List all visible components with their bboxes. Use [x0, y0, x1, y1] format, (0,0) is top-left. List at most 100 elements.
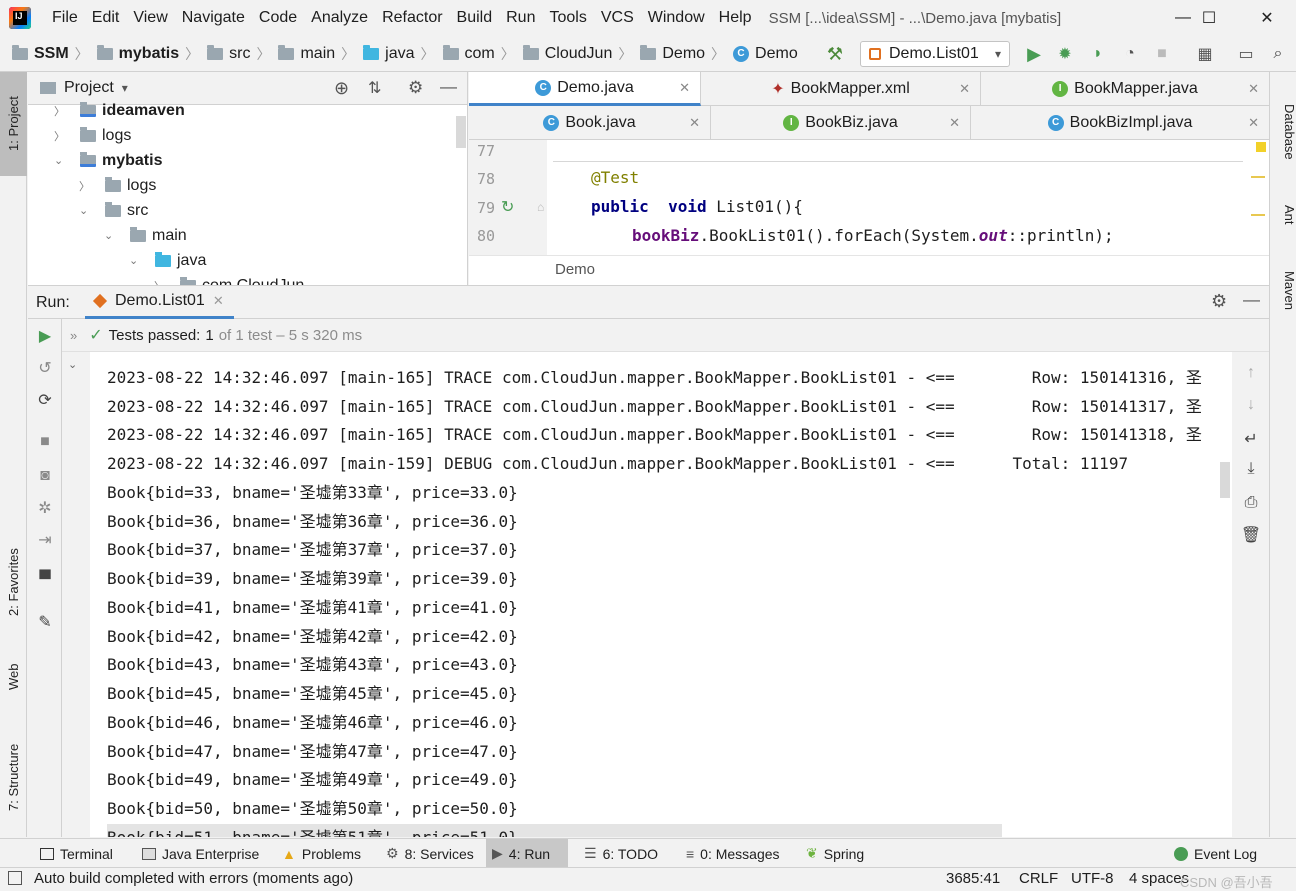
tab-maven[interactable]: Maven [1270, 256, 1296, 326]
toggle-auto-test-icon[interactable]: ⟳ [34, 389, 56, 411]
tab-structure[interactable]: 7: Structure [0, 722, 27, 832]
console-scrollbar[interactable] [1220, 462, 1230, 498]
close-icon[interactable]: ✕ [213, 293, 224, 309]
tab-demo-java[interactable]: C Demo.java ✕ [469, 72, 701, 106]
run-tab-demo-list01[interactable]: Demo.List01 ✕ [85, 286, 234, 319]
warning-stripe[interactable] [1251, 214, 1265, 216]
scroll-to-end-icon[interactable]: ⤓ [1240, 458, 1262, 480]
tool-event-log[interactable]: Event Log [1168, 839, 1263, 868]
code-annotation[interactable]: @Test [591, 168, 639, 187]
tool-todo[interactable]: ☰ 6: TODO [578, 839, 664, 868]
tree-item-src[interactable]: ⌄ src [79, 198, 148, 223]
tool-java-enterprise[interactable]: Java Enterprise [136, 839, 265, 868]
warning-stripe[interactable] [1251, 176, 1265, 178]
close-icon[interactable]: ✕ [959, 81, 970, 97]
tab-database[interactable]: Database [1270, 82, 1296, 182]
rerun-icon[interactable]: ▶ [34, 325, 56, 347]
expand-icon[interactable]: » [70, 328, 77, 343]
code-method-declaration[interactable]: public void List01(){ [591, 197, 803, 216]
tree-item-com-cloudjun[interactable]: 〉com.CloudJun [154, 273, 304, 285]
status-message[interactable]: Auto build completed with errors (moment… [34, 870, 353, 887]
tab-bookbiz-java[interactable]: I BookBiz.java ✕ [711, 106, 971, 140]
breadcrumb-java[interactable]: java 〉 [363, 44, 440, 64]
run-test-gutter-icon[interactable]: ↻ [501, 197, 514, 217]
tree-item-ideamaven[interactable]: 〉 ideamaven [54, 98, 185, 123]
tab-web[interactable]: Web [0, 642, 27, 712]
toggle-tool-windows-icon[interactable] [8, 871, 22, 885]
tab-ant[interactable]: Ant [1270, 190, 1296, 240]
run-icon[interactable]: ▶ [1024, 44, 1044, 64]
tree-item-logs[interactable]: 〉 logs [54, 123, 131, 148]
breadcrumb-com[interactable]: com 〉 [442, 44, 521, 64]
project-structure-icon[interactable]: ▦ [1195, 44, 1215, 64]
code-statement[interactable]: bookBiz.BookList01().forEach(System.out:… [632, 226, 1114, 245]
tool-problems[interactable]: ▲ Problems [276, 839, 367, 868]
tree-scrollbar[interactable] [456, 116, 466, 148]
locate-target-icon[interactable]: ⊕ [334, 78, 349, 99]
collapse-all-icon[interactable]: ⇅ [368, 78, 381, 98]
layout-icon[interactable]: ▀ [34, 569, 56, 591]
breadcrumb-cloudjun[interactable]: CloudJun 〉 [522, 44, 639, 64]
menu-view[interactable]: View [126, 4, 174, 32]
chevron-down-icon[interactable]: ▾ [122, 81, 128, 95]
gear-icon[interactable]: ⚙ [1211, 291, 1227, 312]
trash-icon[interactable]: 🗑 [1240, 524, 1262, 546]
tab-bookbizimpl-java[interactable]: C BookBizImpl.java ✕ [971, 106, 1269, 140]
tool-terminal[interactable]: Terminal [34, 839, 119, 868]
close-icon[interactable]: ✕ [1248, 115, 1259, 131]
gear-icon[interactable]: ⚙ [408, 78, 423, 98]
menu-tools[interactable]: Tools [542, 4, 593, 32]
menu-navigate[interactable]: Navigate [175, 4, 252, 32]
profile-icon[interactable]: ◔ [1120, 44, 1140, 64]
breadcrumb-demo-package[interactable]: Demo 〉 [640, 44, 731, 64]
tab-favorites[interactable]: 2: Favorites [0, 532, 27, 632]
run-with-coverage-icon[interactable]: ◗ [1088, 44, 1108, 64]
tool-services[interactable]: ⚙ 8: Services [380, 839, 480, 868]
search-icon[interactable]: ⌕ [1268, 44, 1288, 64]
stop-icon[interactable]: ■ [1152, 44, 1172, 64]
tree-item-mybatis[interactable]: ⌄ mybatis [54, 148, 162, 173]
maximize-button[interactable]: ☐ [1186, 0, 1232, 36]
breadcrumb-ssm[interactable]: SSM 〉 [12, 44, 95, 64]
file-encoding[interactable]: UTF-8 [1071, 870, 1114, 887]
close-icon[interactable]: ✕ [679, 80, 690, 96]
close-icon[interactable]: ✕ [1248, 81, 1259, 97]
fold-icon[interactable]: ⌂ [537, 200, 544, 214]
menu-refactor[interactable]: Refactor [375, 4, 449, 32]
close-icon[interactable]: ✕ [689, 115, 700, 131]
exit-icon[interactable]: ⇥ [34, 529, 56, 551]
soft-wrap-icon[interactable]: ↵ [1240, 428, 1262, 450]
tab-book-java[interactable]: C Book.java ✕ [469, 106, 711, 140]
breadcrumb-src[interactable]: src 〉 [207, 44, 276, 64]
settings-bug-icon[interactable]: ✲ [34, 497, 56, 519]
stop-icon[interactable]: ■ [34, 431, 56, 453]
caret-position[interactable]: 3685:41 [946, 870, 1000, 887]
breadcrumb-main[interactable]: main 〉 [278, 44, 361, 64]
hide-panel-icon[interactable]: — [1243, 290, 1260, 310]
hide-panel-icon[interactable]: — [440, 77, 457, 97]
tab-bookmapper-xml[interactable]: ✦ BookMapper.xml ✕ [701, 72, 981, 106]
breadcrumb-demo-class[interactable]: C Demo [733, 45, 798, 63]
arrow-up-icon[interactable]: ↑ [1240, 362, 1262, 384]
menu-window[interactable]: Window [641, 4, 712, 32]
chevron-down-icon[interactable]: ⌄ [68, 358, 77, 371]
close-icon[interactable]: ✕ [949, 115, 960, 131]
project-panel-title[interactable]: Project [64, 79, 114, 97]
menu-analyze[interactable]: Analyze [304, 4, 375, 32]
tree-item-java[interactable]: ⌄ java [129, 248, 206, 273]
close-window-button[interactable]: ✕ [1244, 0, 1290, 36]
tab-bookmapper-java[interactable]: I BookMapper.java ✕ [981, 72, 1269, 106]
arrow-down-icon[interactable]: ↓ [1240, 394, 1262, 416]
build-hammer-icon[interactable]: ⚒ [825, 44, 845, 64]
console-output[interactable]: ⌄ 2023-08-22 14:32:46.097 [main-165] TRA… [62, 352, 1232, 837]
menu-help[interactable]: Help [712, 4, 759, 32]
presentation-icon[interactable]: ▭ [1236, 44, 1256, 64]
menu-build[interactable]: Build [450, 4, 500, 32]
camera-icon[interactable]: ◙ [34, 465, 56, 487]
breadcrumb-mybatis[interactable]: mybatis 〉 [96, 44, 205, 64]
inspection-warning-marker[interactable] [1256, 142, 1266, 152]
line-separator[interactable]: CRLF [1019, 870, 1058, 887]
tree-item-mybatis-logs[interactable]: 〉 logs [79, 173, 156, 198]
menu-code[interactable]: Code [252, 4, 304, 32]
tool-run[interactable]: ▶ 4: Run [486, 839, 568, 868]
